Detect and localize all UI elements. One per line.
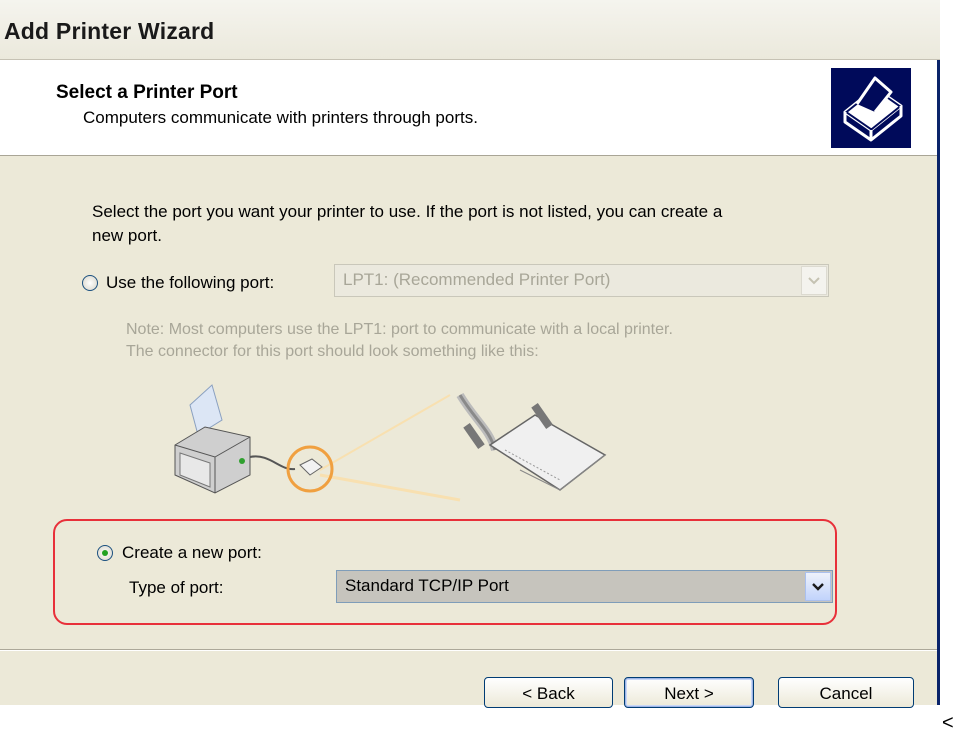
trailing-glyph: < [942,712,954,734]
cancel-button[interactable]: Cancel [778,677,914,708]
port-note: Note: Most computers use the LPT1: port … [126,319,673,363]
chevron-down-icon[interactable] [801,266,827,295]
footer-separator [0,649,937,651]
note-line-1: Note: Most computers use the LPT1: port … [126,321,673,338]
printer-connector-illustration [174,384,607,502]
page-subtitle: Computers communicate with printers thro… [83,108,478,127]
window-title: Add Printer Wizard [4,18,215,44]
use-following-port-label[interactable]: Use the following port: [106,273,274,293]
printer-wizard-icon [831,68,911,148]
port-type-select[interactable]: Standard TCP/IP Port [336,570,833,603]
printer-image [174,384,251,494]
use-following-port-radio[interactable] [82,275,98,291]
intro-text: Select the port you want your printer to… [92,200,852,248]
add-printer-wizard-window: Add Printer Wizard Select a Printer Port… [0,0,940,708]
create-new-port-label[interactable]: Create a new port: [122,543,262,563]
create-new-port-radio[interactable] [97,545,113,561]
back-button[interactable]: < Back [484,677,613,708]
title-bar: Add Printer Wizard [0,0,940,60]
port-type-value: Standard TCP/IP Port [345,576,509,595]
port-select-value: LPT1: (Recommended Printer Port) [343,270,611,289]
port-select-disabled[interactable]: LPT1: (Recommended Printer Port) [334,264,829,297]
intro-line-2: new port. [92,226,162,245]
intro-line-1: Select the port you want your printer to… [92,202,723,221]
next-button[interactable]: Next > [624,677,754,708]
note-line-2: The connector for this port should look … [126,343,539,360]
parallel-connector-image [456,392,607,491]
page-title: Select a Printer Port [56,82,238,103]
type-of-port-label: Type of port: [129,578,224,597]
wizard-header: Select a Printer Port Computers communic… [0,60,937,156]
radio-selected-dot [102,550,108,556]
chevron-down-icon[interactable] [805,572,831,601]
